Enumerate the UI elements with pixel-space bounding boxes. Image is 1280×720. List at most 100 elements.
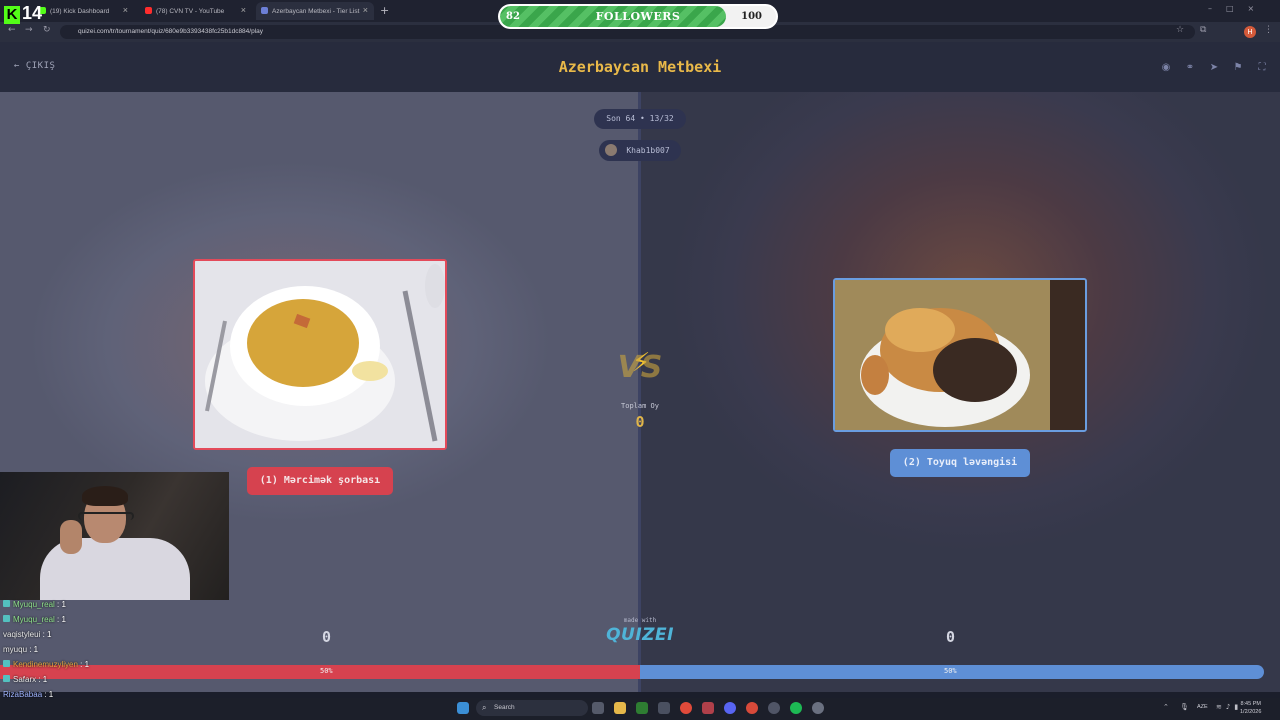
chrome-icon[interactable]	[746, 702, 758, 714]
roast-chicken-image	[835, 280, 1085, 430]
chat-text: : 1	[54, 615, 66, 624]
chat-username: myuqu	[3, 645, 28, 654]
player-name: Khab1b007	[626, 146, 670, 155]
flag-icon[interactable]: ⚑	[1230, 60, 1246, 76]
center-divider	[638, 92, 641, 692]
task-view-icon[interactable]	[592, 702, 604, 714]
followers-goal: 100	[741, 11, 762, 22]
link-icon[interactable]: ⚭	[1182, 60, 1198, 76]
tab-label: Azerbaycan Metbexi - Tier List	[272, 7, 360, 15]
right-percent: 50%	[944, 667, 957, 675]
tab-quizei[interactable]: Azerbaycan Metbexi - Tier List ×	[256, 2, 374, 20]
back-icon[interactable]: ←	[8, 25, 16, 35]
followers-label: FOLLOWERS	[595, 10, 681, 23]
extensions-icon[interactable]: ⧉	[1200, 25, 1206, 35]
browser-menu-icon[interactable]: ⋮	[1264, 25, 1273, 35]
tab-kick-dashboard[interactable]: (19) Kick Dashboard ×	[34, 2, 134, 20]
spotify-icon[interactable]	[790, 702, 802, 714]
chat-text: : 1	[54, 600, 66, 609]
chat-username: Myuqu_real	[13, 615, 55, 624]
quizei-favicon-icon	[261, 7, 268, 14]
left-choice-image[interactable]	[193, 259, 447, 450]
total-votes-label: Toplam Oy	[621, 402, 659, 410]
right-score: 0	[946, 628, 956, 646]
streamer-hair	[82, 486, 128, 506]
kick-logo-icon: K	[4, 6, 20, 24]
chat-badge-icon	[3, 660, 10, 667]
page-title: Azerbaycan Metbexi	[558, 58, 722, 76]
tab-youtube[interactable]: (78) CVN TV - YouTube ×	[140, 2, 252, 20]
chat-username: Myuqu_real	[13, 600, 55, 609]
followers-current: 82	[506, 11, 520, 22]
round-indicator: Son 64 • 13/32	[594, 109, 686, 129]
total-votes-value: 0	[635, 413, 645, 431]
kick-viewer-count: K 14	[4, 3, 42, 24]
arrow-left-icon: ←	[14, 61, 26, 71]
taskbar-search[interactable]: ⌕ Search	[476, 700, 588, 716]
file-explorer-icon[interactable]	[614, 702, 626, 714]
chat-message: Kendinemuzyliyen : 1	[0, 660, 240, 675]
chat-username: Kendinemuzyliyen	[13, 660, 78, 669]
chat-username: Safarx	[13, 675, 37, 684]
close-icon[interactable]: ×	[241, 5, 246, 15]
language-indicator[interactable]: AZE	[1197, 704, 1208, 710]
chat-message: myuqu : 1	[0, 645, 240, 660]
chat-text: : 1	[77, 660, 90, 669]
quizei-logo[interactable]: QUIZEI	[600, 625, 680, 645]
avatar	[605, 144, 617, 156]
tab-label: (78) CVN TV - YouTube	[156, 7, 225, 15]
app-icon[interactable]	[658, 702, 670, 714]
share-icon[interactable]: ➤	[1206, 60, 1222, 76]
chat-message: Myuqu_real : 1	[0, 615, 240, 630]
viewer-count: 14	[22, 3, 43, 23]
right-choice-button[interactable]: (2) Toyuq ləvəngisi	[890, 449, 1030, 477]
right-choice-image[interactable]	[833, 278, 1087, 432]
close-icon[interactable]: ×	[123, 5, 128, 15]
clock-date: 1/2/2026	[1240, 709, 1262, 715]
search-icon: ⌕	[482, 703, 487, 712]
exit-button[interactable]: ← ÇIKIŞ	[14, 61, 55, 71]
made-with-label: made with	[623, 617, 657, 624]
app-icon[interactable]	[812, 702, 824, 714]
network-volume-icons[interactable]: ≋♪▮	[1216, 703, 1242, 711]
streamer-hand	[60, 520, 82, 554]
lentil-soup-image	[195, 261, 445, 448]
discord-icon[interactable]	[724, 702, 736, 714]
app-icon[interactable]	[702, 702, 714, 714]
new-tab-button[interactable]: +	[380, 4, 389, 17]
chat-message: Safarx : 1	[0, 675, 240, 690]
window-controls[interactable]: –□×	[1208, 4, 1268, 13]
profile-avatar[interactable]: H	[1244, 26, 1256, 38]
close-icon[interactable]: ×	[363, 5, 368, 15]
chat-username: vaqistyleui	[3, 630, 41, 639]
obs-icon[interactable]	[768, 702, 780, 714]
fullscreen-icon[interactable]: ⛶	[1254, 60, 1270, 76]
chat-badge-icon	[3, 675, 10, 682]
chrome-icon[interactable]	[680, 702, 692, 714]
reload-icon[interactable]: ↻	[43, 25, 51, 35]
left-choice-button[interactable]: (1) Mərcimək şorbası	[247, 467, 393, 495]
chat-message: vaqistyleui : 1	[0, 630, 240, 645]
chat-text: : 1	[36, 675, 48, 684]
vs-logo: ⚡ VS	[612, 348, 668, 385]
chat-badge-icon	[3, 615, 10, 622]
player-badge: Khab1b007	[599, 140, 681, 161]
vs-text: VS	[617, 350, 663, 385]
windows-start-icon[interactable]	[457, 702, 469, 714]
chat-text: : 1	[27, 645, 39, 654]
clock-time: 8:45 PM	[1240, 701, 1261, 707]
left-score: 0	[322, 628, 332, 646]
followers-goal-bar: FOLLOWERS 82 100	[498, 4, 778, 29]
bookmark-star-icon[interactable]: ☆	[1176, 25, 1184, 35]
chat-badge-icon	[3, 600, 10, 607]
app-icon[interactable]	[636, 702, 648, 714]
search-placeholder: Search	[494, 704, 515, 711]
headset-icon	[78, 512, 134, 520]
chat-message: Myuqu_real : 1	[0, 600, 240, 615]
left-percent: 50%	[320, 667, 333, 675]
microphone-icon[interactable]: 🎙	[1180, 703, 1189, 711]
forward-icon[interactable]: →	[25, 25, 33, 35]
taskbar-clock[interactable]: 8:45 PM 1/2/2026	[1240, 700, 1261, 716]
tray-chevron-icon[interactable]: ⌃	[1163, 703, 1169, 711]
eye-icon[interactable]: ◉	[1158, 60, 1174, 76]
